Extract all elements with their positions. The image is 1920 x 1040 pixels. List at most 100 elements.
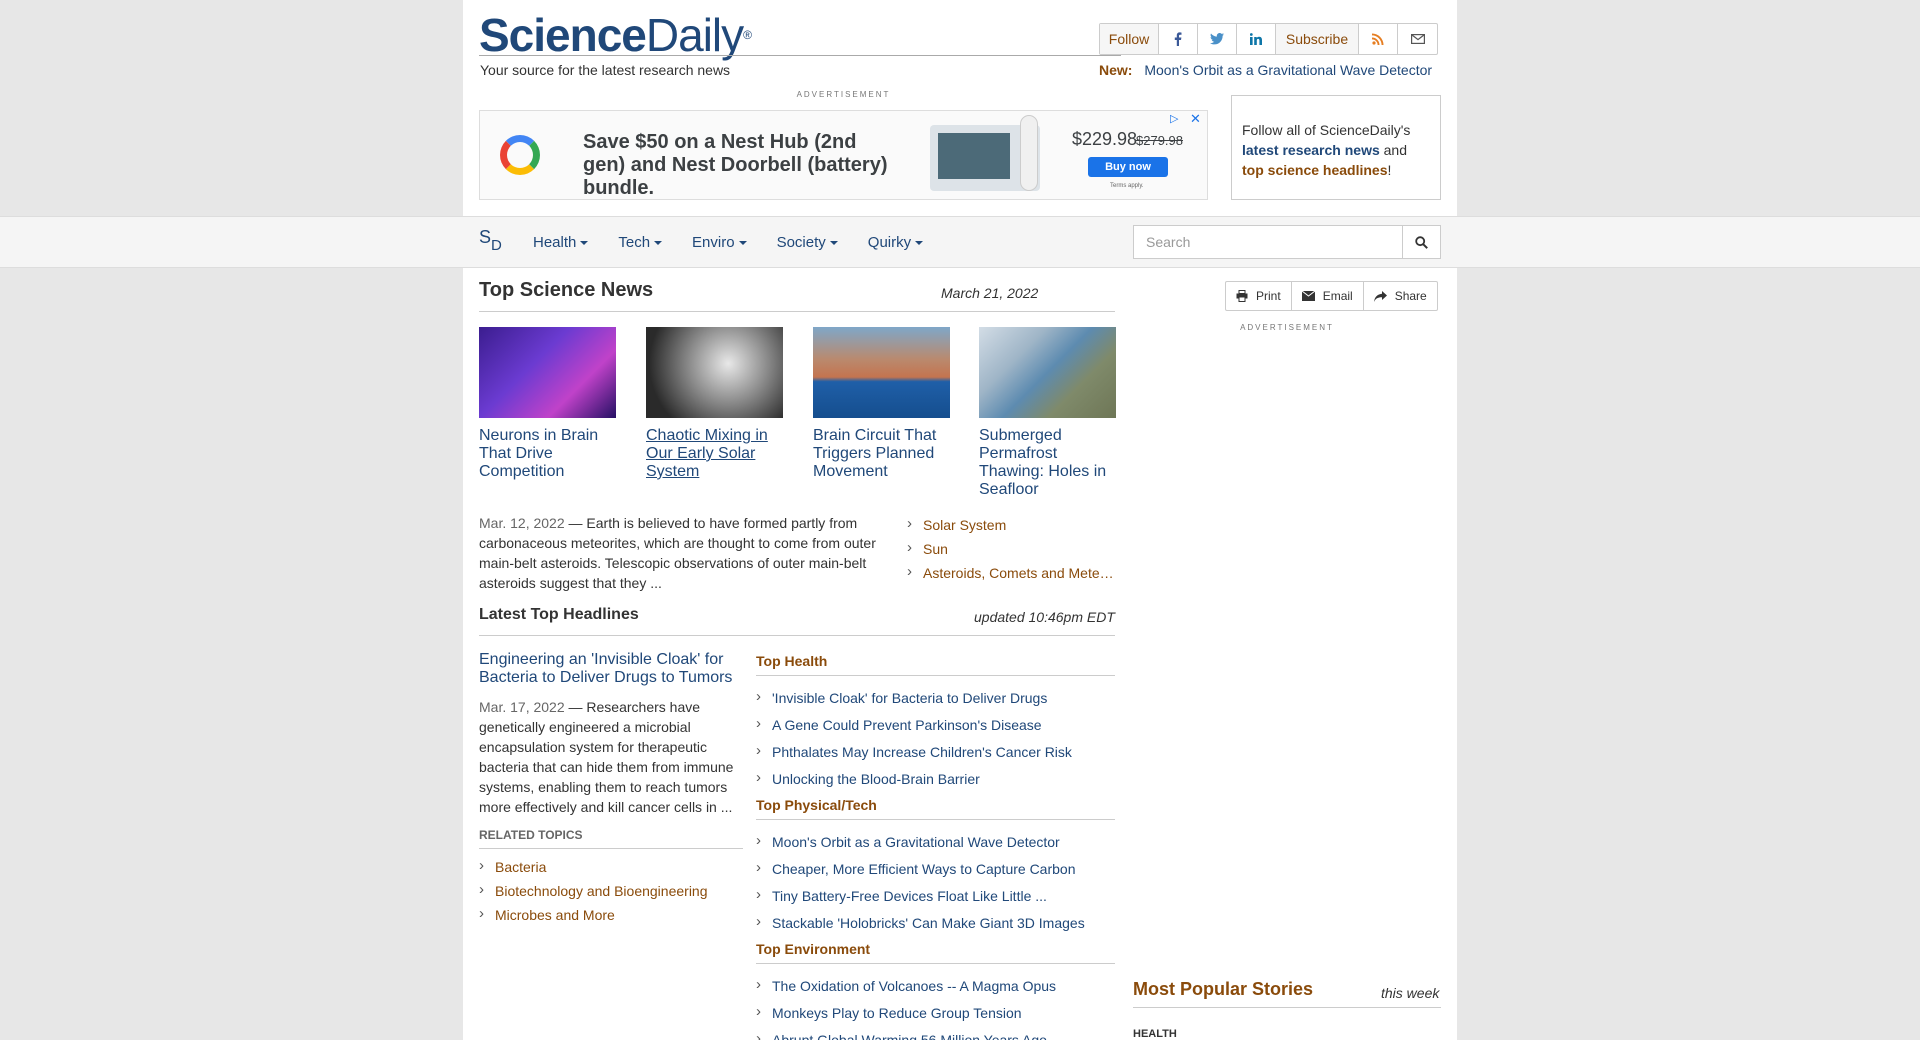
- new-label: New:: [1099, 62, 1133, 78]
- search-input[interactable]: [1133, 225, 1403, 259]
- headline-link[interactable]: A Gene Could Prevent Parkinson's Disease: [756, 715, 1115, 743]
- ad-close-icon[interactable]: ✕: [1190, 111, 1201, 127]
- sciencedaily-logo[interactable]: ScienceDaily®: [479, 9, 752, 61]
- nav-label: Society: [776, 233, 826, 251]
- headline-link[interactable]: 'Invisible Cloak' for Bacteria to Delive…: [756, 688, 1115, 716]
- follow-button[interactable]: Follow: [1100, 24, 1159, 54]
- nav-label: Tech: [618, 233, 651, 251]
- facebook-button[interactable]: [1159, 24, 1198, 54]
- divider: [756, 819, 1115, 820]
- headline-link[interactable]: Abrupt Global Warming 56 Million Years A…: [756, 1030, 1115, 1040]
- ad-doorbell-image: [1020, 115, 1038, 191]
- rss-icon: [1372, 33, 1384, 45]
- advertisement-label: ADVERTISEMENT: [796, 90, 891, 99]
- topic-link[interactable]: Solar System: [907, 516, 1115, 540]
- related-topic-link[interactable]: Microbes and More: [479, 906, 743, 930]
- ad-nest-hub-screen: [938, 133, 1010, 179]
- caret-down-icon: [580, 240, 589, 245]
- top-science-headlines-link[interactable]: top science headlines: [1242, 162, 1388, 178]
- advertisement-label: ADVERTISEMENT: [1240, 323, 1334, 332]
- logo-reg-mark: ®: [743, 28, 752, 42]
- sd-home-logo[interactable]: S D: [479, 227, 519, 257]
- lead-text: — Researchers have genetically engineere…: [479, 699, 734, 815]
- email-newsletter-button[interactable]: [1398, 24, 1437, 54]
- nav-quirky[interactable]: Quirky: [867, 233, 924, 251]
- linkedin-icon: [1250, 33, 1262, 45]
- caret-down-icon: [654, 240, 663, 245]
- share-label: Share: [1394, 289, 1427, 303]
- new-headline-link[interactable]: Moon's Orbit as a Gravitational Wave Det…: [1144, 62, 1432, 78]
- logo-daily: Daily: [645, 9, 744, 61]
- story-link[interactable]: Submerged Permafrost Thawing: Holes in S…: [979, 427, 1116, 499]
- top-news-date: March 21, 2022: [941, 285, 1039, 301]
- related-topics-title: RELATED TOPICS: [479, 828, 583, 842]
- headline-link[interactable]: Moon's Orbit as a Gravitational Wave Det…: [756, 832, 1115, 860]
- headline-link[interactable]: Unlocking the Blood-Brain Barrier: [756, 769, 1115, 797]
- divider: [1133, 1007, 1441, 1008]
- lead-story-link[interactable]: Engineering an 'Invisible Cloak' for Bac…: [479, 651, 739, 687]
- adchoices-icon[interactable]: ▷: [1170, 112, 1178, 125]
- follow-box-text: Follow all of ScienceDaily's: [1242, 122, 1411, 138]
- related-topic-link[interactable]: Biotechnology and Bioengineering: [479, 882, 743, 906]
- divider: [756, 963, 1115, 964]
- popular-period[interactable]: this week: [1381, 985, 1439, 1001]
- header-divider: [479, 55, 1121, 56]
- headline-link[interactable]: Stackable 'Holobricks' Can Make Giant 3D…: [756, 913, 1115, 941]
- latest-headlines-title: Latest Top Headlines: [479, 606, 639, 623]
- section-top-environment: Top Environment The Oxidation of Volcano…: [756, 941, 1115, 1040]
- topic-link[interactable]: Asteroids, Comets and Meteors: [907, 564, 1115, 588]
- nav-society[interactable]: Society: [777, 234, 838, 251]
- related-topic-link[interactable]: Bacteria: [479, 858, 743, 882]
- updated-time: updated 10:46pm EDT: [974, 609, 1115, 625]
- story-link[interactable]: Brain Circuit That Triggers Planned Move…: [813, 427, 950, 481]
- story-thumbnail-neurons[interactable]: [479, 327, 616, 418]
- headline-link[interactable]: Tiny Battery-Free Devices Float Like Lit…: [756, 886, 1115, 914]
- rss-button[interactable]: [1359, 24, 1398, 54]
- nav-label: Health: [533, 233, 577, 251]
- ad-buy-button[interactable]: Buy now: [1088, 157, 1168, 177]
- story-thumbnail-solar-system[interactable]: [646, 327, 783, 418]
- share-button[interactable]: Share: [1364, 282, 1437, 310]
- subscribe-button[interactable]: Subscribe: [1276, 24, 1359, 54]
- sd-logo-d: D: [491, 237, 502, 254]
- print-label: Print: [1256, 289, 1281, 303]
- top-science-news-title: Top Science News: [479, 279, 654, 301]
- headline-link[interactable]: The Oxidation of Volcanoes -- A Magma Op…: [756, 976, 1115, 1004]
- section-title[interactable]: Top Health: [756, 653, 1115, 675]
- headline-link[interactable]: Phthalates May Increase Children's Cance…: [756, 742, 1115, 770]
- section-top-physical-tech: Top Physical/Tech Moon's Orbit as a Grav…: [756, 797, 1115, 941]
- topic-link[interactable]: Sun: [907, 540, 1115, 564]
- story-topics: Solar System Sun Asteroids, Comets and M…: [907, 516, 1115, 588]
- story-thumbnail-permafrost[interactable]: [979, 327, 1116, 418]
- search-button[interactable]: [1402, 225, 1441, 259]
- nav-tech[interactable]: Tech: [618, 233, 663, 251]
- divider: [479, 635, 1115, 636]
- email-button[interactable]: Email: [1292, 282, 1364, 310]
- section-top-health: Top Health 'Invisible Cloak' for Bacteri…: [756, 653, 1115, 797]
- logo-science: Science: [479, 9, 647, 61]
- follow-box-and: and: [1379, 142, 1407, 158]
- section-title[interactable]: Top Physical/Tech: [756, 797, 1115, 819]
- nav-label: Quirky: [867, 233, 912, 251]
- divider: [756, 675, 1115, 676]
- related-topics-list: Bacteria Biotechnology and Bioengineerin…: [479, 858, 743, 930]
- print-button[interactable]: Print: [1226, 282, 1292, 310]
- nav-health[interactable]: Health: [533, 233, 589, 251]
- twitter-button[interactable]: [1198, 24, 1237, 54]
- latest-research-news-link[interactable]: latest research news: [1242, 142, 1380, 158]
- nav-enviro[interactable]: Enviro: [692, 234, 747, 251]
- ad-old-price: $279.98: [1136, 133, 1183, 148]
- section-title[interactable]: Top Environment: [756, 941, 1115, 963]
- linkedin-button[interactable]: [1237, 24, 1276, 54]
- story-link[interactable]: Chaotic Mixing in Our Early Solar System: [646, 427, 783, 481]
- follow-box-end: !: [1387, 162, 1392, 178]
- headline-link[interactable]: Cheaper, More Efficient Ways to Capture …: [756, 859, 1115, 887]
- top-advertisement[interactable]: Save $50 on a Nest Hub (2nd gen) and Nes…: [479, 110, 1208, 200]
- story-thumbnail-brain-circuit[interactable]: [813, 327, 950, 418]
- envelope-icon: [1301, 291, 1315, 301]
- print-icon: [1236, 290, 1248, 302]
- google-logo-icon: [500, 135, 540, 175]
- new-headline: New: Moon's Orbit as a Gravitational Wav…: [1099, 62, 1432, 78]
- story-link[interactable]: Neurons in Brain That Drive Competition: [479, 427, 616, 481]
- headline-link[interactable]: Monkeys Play to Reduce Group Tension: [756, 1003, 1115, 1031]
